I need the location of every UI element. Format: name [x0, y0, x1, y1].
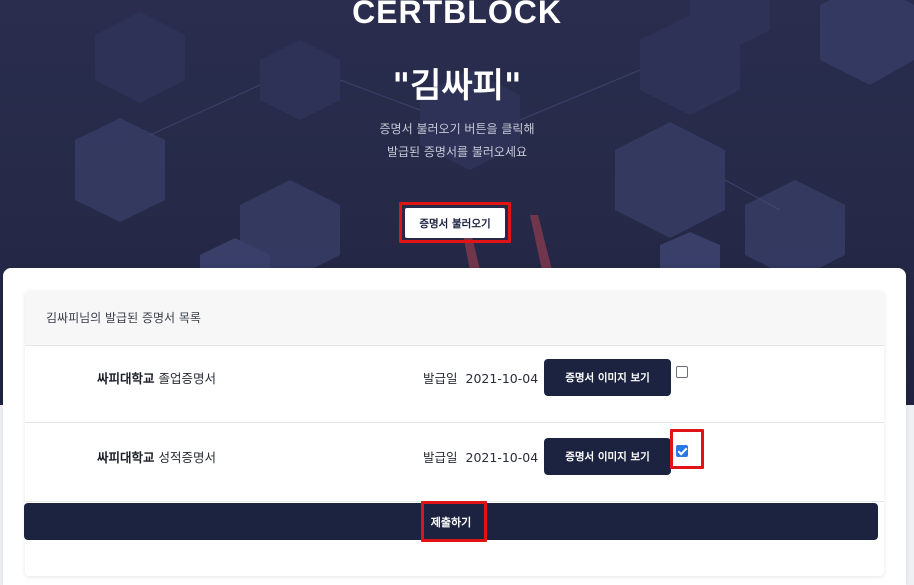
- user-name-title: "김싸피": [392, 66, 522, 106]
- submit-button[interactable]: 제출하기: [24, 503, 878, 540]
- certificate-name: 싸피대학교 졸업증명서: [97, 368, 216, 387]
- brand-title: CERTBLOCK: [352, 0, 562, 30]
- certificate-checkbox[interactable]: [676, 366, 688, 378]
- certificate-type: 성적증명서: [158, 450, 217, 465]
- view-certificate-image-button[interactable]: 증명서 이미지 보기: [544, 438, 671, 475]
- load-certificates-button[interactable]: 증명서 불러오기: [405, 208, 505, 238]
- school-name: 싸피대학교: [97, 371, 155, 386]
- certificate-name: 싸피대학교 성적증명서: [97, 447, 216, 466]
- school-name: 싸피대학교: [97, 450, 155, 465]
- certificate-checkbox-checked[interactable]: [676, 445, 688, 457]
- instruction-line-2: 발급된 증명서를 불러오세요: [386, 145, 528, 159]
- issued-info: 발급일 2021-10-04: [423, 368, 538, 387]
- issued-label: 발급일: [423, 371, 458, 386]
- view-certificate-image-button[interactable]: 증명서 이미지 보기: [544, 359, 671, 396]
- issued-date: 2021-10-04: [465, 450, 539, 465]
- certificate-row: 싸피대학교 졸업증명서 발급일 2021-10-04 증명서 이미지 보기: [25, 347, 884, 423]
- issued-info: 발급일 2021-10-04: [423, 447, 538, 466]
- instruction-line-1: 증명서 불러오기 버튼을 클릭해: [379, 122, 535, 136]
- certificate-type: 졸업증명서: [158, 371, 217, 386]
- certificate-list-title: 김싸피님의 발급된 증명서 목록: [46, 311, 201, 325]
- certificate-row: 싸피대학교 성적증명서 발급일 2021-10-04 증명서 이미지 보기: [25, 426, 884, 502]
- issued-date: 2021-10-04: [465, 371, 539, 386]
- issued-label: 발급일: [423, 450, 458, 465]
